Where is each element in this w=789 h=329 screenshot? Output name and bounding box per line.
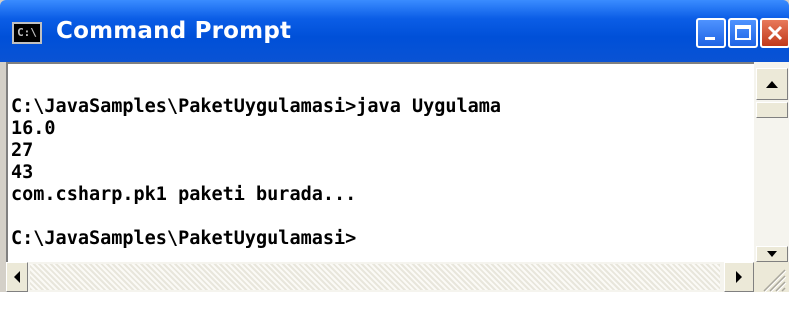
scroll-up-button[interactable] (756, 68, 788, 100)
minimize-icon (705, 37, 715, 40)
command-prompt-window: C:\ Command Prompt C:\JavaSamples\PaketU… (0, 0, 789, 329)
console-line: 16.0 (11, 118, 56, 139)
console-line: com.csharp.pk1 paketi burada... (11, 184, 357, 205)
console-line: C:\JavaSamples\PaketUygulamasi>java Uygu… (11, 96, 502, 117)
resize-grip-icon (763, 269, 787, 293)
window-title: Command Prompt (56, 18, 292, 44)
console-output[interactable]: C:\JavaSamples\PaketUygulamasi>java Uygu… (6, 62, 754, 262)
console-prompt-line: C:\JavaSamples\PaketUygulamasi> (11, 228, 357, 249)
arrow-left-icon (14, 271, 20, 283)
arrow-right-icon (736, 271, 742, 283)
resize-grip[interactable] (754, 262, 789, 293)
console-text: C:\JavaSamples\PaketUygulamasi>java Uygu… (11, 74, 501, 250)
maximize-button[interactable] (728, 18, 758, 48)
scroll-left-button[interactable] (6, 262, 28, 292)
background (0, 292, 789, 329)
scroll-right-button[interactable] (724, 262, 754, 292)
horizontal-scrollbar[interactable] (6, 262, 754, 292)
maximize-icon (735, 25, 751, 40)
vertical-scrollbar[interactable] (754, 62, 789, 262)
console-line: 27 (11, 140, 34, 161)
arrow-up-icon (766, 81, 778, 88)
vertical-scroll-thumb[interactable] (756, 102, 788, 118)
console-line: 43 (11, 162, 34, 183)
close-icon (767, 25, 783, 41)
scroll-down-button[interactable] (756, 246, 788, 262)
command-prompt-icon[interactable]: C:\ (12, 22, 42, 44)
title-bar[interactable]: C:\ Command Prompt (0, 0, 789, 62)
close-button[interactable] (760, 18, 789, 48)
minimize-button[interactable] (696, 18, 726, 48)
arrow-down-icon (767, 251, 777, 257)
horizontal-scroll-track[interactable] (30, 264, 720, 290)
